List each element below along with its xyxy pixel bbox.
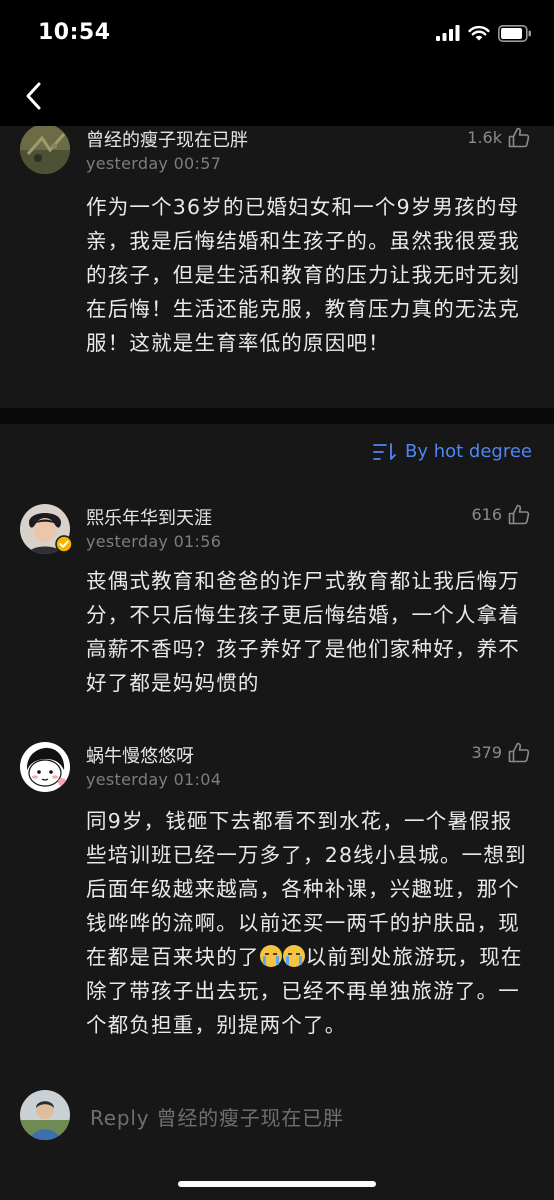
back-button[interactable] [16, 74, 50, 118]
status-bar: 10:54 [0, 0, 554, 68]
wifi-icon [468, 25, 490, 41]
cellular-signal-icon [436, 25, 460, 41]
replies-section: By hot degree 熙乐年华到天涯 yesterday 01:56 61… [0, 424, 554, 1070]
thumbs-up-icon [508, 127, 530, 148]
reply-date: yesterday 01:04 [86, 770, 222, 789]
battery-icon [498, 24, 531, 42]
reply-text: 丧偶式教育和爸爸的诈尸式教育都让我后悔万分，不只后悔生孩子更后悔结婚，一个人拿着… [86, 569, 520, 695]
sort-label: By hot degree [404, 441, 532, 462]
parent-comment-date: yesterday 00:57 [86, 154, 222, 173]
parent-comment-like-button[interactable]: 1.6k [467, 127, 530, 148]
verified-badge-icon [55, 535, 73, 553]
current-user-avatar [20, 1090, 70, 1140]
reply-author[interactable]: 熙乐年华到天涯 [86, 504, 212, 530]
chevron-left-icon [26, 82, 41, 110]
section-divider [0, 408, 554, 424]
parent-comment-like-count: 1.6k [467, 128, 502, 147]
thumbs-up-icon [508, 742, 530, 763]
user-photo-avatar-image [20, 1090, 70, 1140]
reply-avatar[interactable] [20, 742, 70, 792]
home-indicator [178, 1181, 376, 1187]
status-icons [436, 23, 532, 43]
status-time: 10:54 [38, 20, 111, 45]
reply-input[interactable]: Reply 曾经的瘦子现在已胖 [90, 1102, 344, 1131]
loudly-crying-face-icon [259, 945, 282, 967]
thumbs-up-icon [508, 504, 530, 525]
reply-like-button[interactable]: 616 [471, 504, 530, 525]
cartoon-girl-avatar-image [20, 742, 70, 792]
loudly-crying-face-icon [282, 945, 305, 967]
parent-comment-author[interactable]: 曾经的瘦子现在已胖 [86, 126, 248, 152]
reply-author[interactable]: 蜗牛慢悠悠呀 [86, 742, 194, 768]
sort-button[interactable]: By hot degree [373, 441, 532, 462]
top-navigation [0, 68, 554, 126]
reply-like-button[interactable]: 379 [471, 742, 530, 763]
parent-comment-avatar[interactable] [20, 126, 70, 174]
landscape-avatar-image [20, 126, 70, 174]
reply-like-count: 616 [471, 505, 502, 524]
sort-icon [373, 442, 396, 460]
parent-comment-text: 作为一个36岁的已婚妇女和一个9岁男孩的母亲，我是后悔结婚和生孩子的。虽然我很爱… [86, 195, 520, 355]
parent-comment: 曾经的瘦子现在已胖 yesterday 00:57 1.6k 作为一个36岁的已… [0, 126, 554, 408]
reply-text: 同9岁，钱砸下去都看不到水花，一个暑假报些培训班已经一万多了，28线小县城。一想… [86, 804, 530, 1042]
reply-date: yesterday 01:56 [86, 532, 222, 551]
reply-like-count: 379 [471, 743, 502, 762]
